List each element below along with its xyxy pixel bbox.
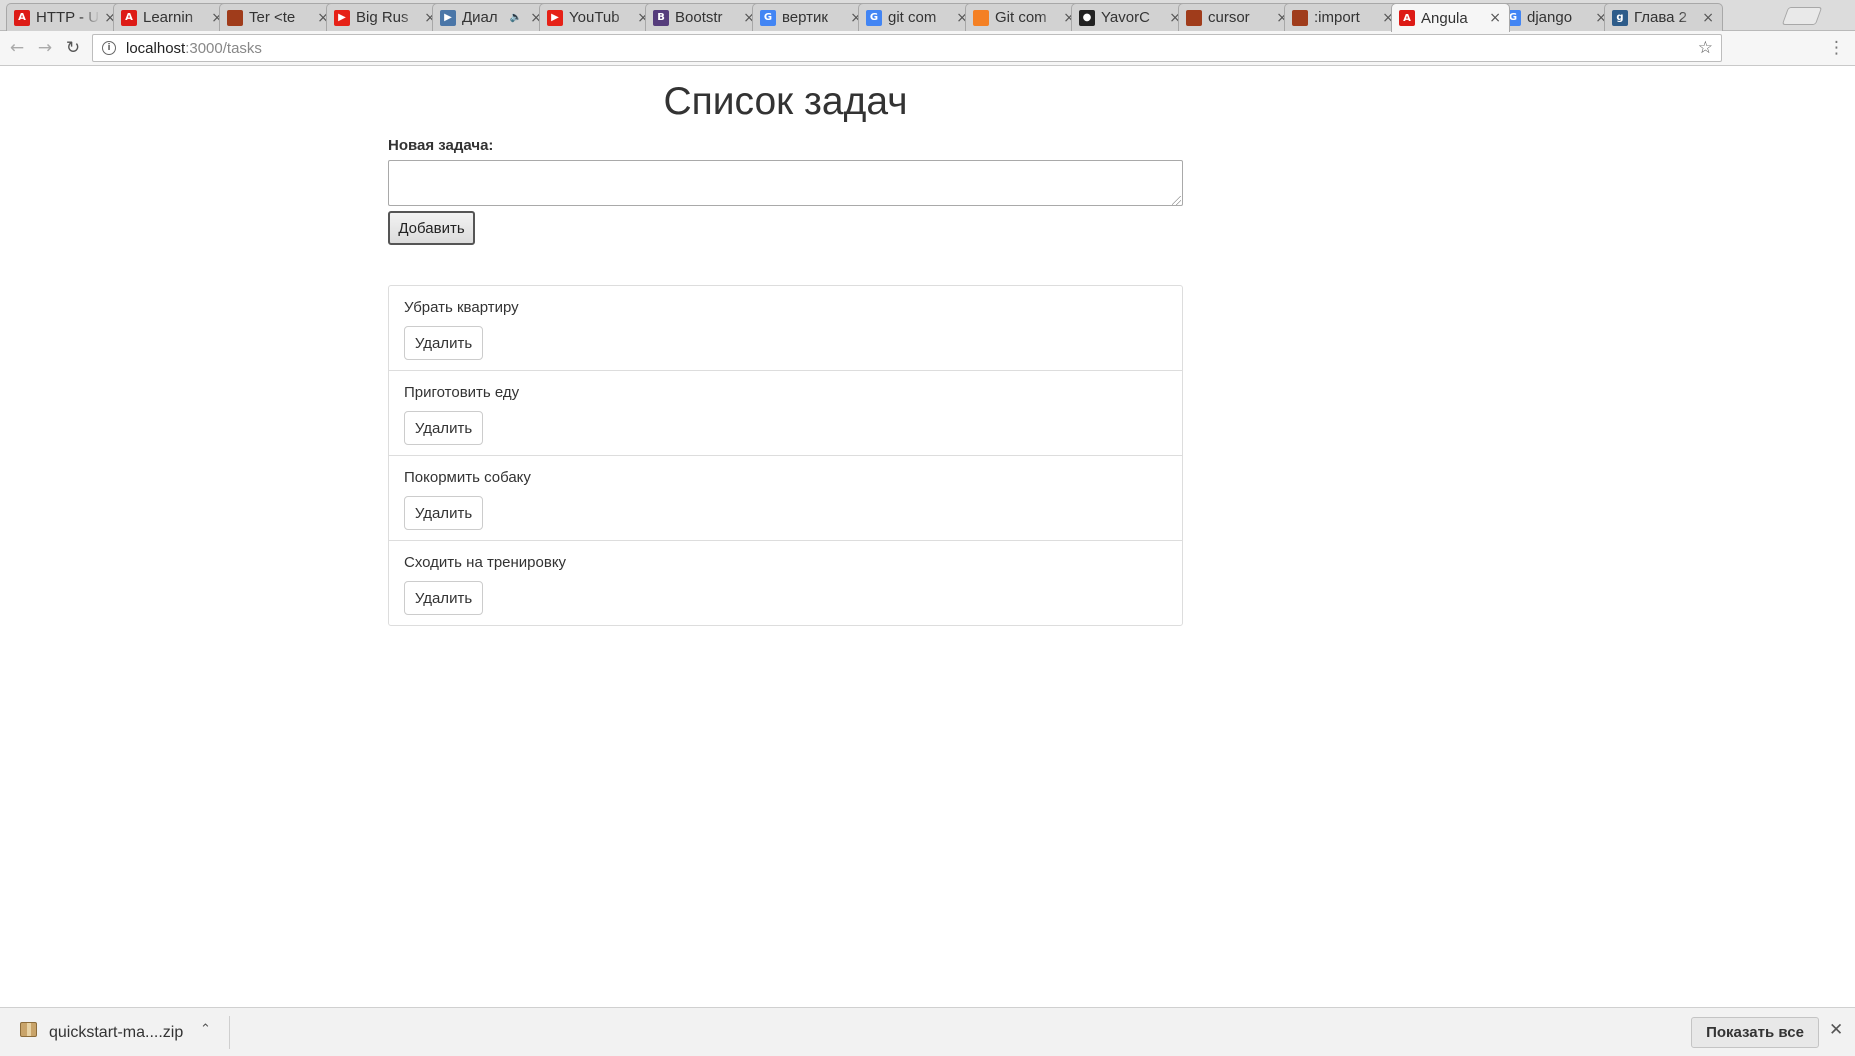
tab-title: Big Rus <box>356 9 409 26</box>
github-icon: ● <box>1079 9 1095 26</box>
tab-title: HTTP - U <box>36 9 100 26</box>
forward-arrow-icon[interactable]: → <box>34 37 56 59</box>
stackexchange-icon <box>1186 9 1202 26</box>
task-text: Сходить на тренировку <box>404 554 567 571</box>
delete-task-button[interactable]: Удалить <box>404 411 483 445</box>
tab-close-icon[interactable]: × <box>1702 10 1714 26</box>
address-bar[interactable]: i localhost:3000/tasks ☆ <box>92 34 1722 62</box>
new-task-textarea[interactable] <box>388 160 1183 206</box>
textarea-resize-grip[interactable] <box>1172 196 1181 205</box>
browser-tab[interactable]: ▶ YouTub × <box>539 3 658 31</box>
browser-tab[interactable]: A HTTP - U × <box>6 3 125 31</box>
chevron-up-icon[interactable]: ⌃ <box>200 1022 211 1037</box>
tab-title: Learnin <box>143 9 194 26</box>
browser-tab[interactable]: Ggit com × <box>858 3 977 31</box>
tab-title: YouTub <box>569 9 620 26</box>
browser-tab[interactable]: Ter <te × <box>219 3 338 31</box>
tab-title: cursor <box>1208 9 1250 26</box>
browser-tab[interactable]: ▶ Диал 🔈 × <box>432 3 551 31</box>
url-path: :3000/tasks <box>185 39 262 57</box>
browser-tab[interactable]: Gdjango × <box>1497 3 1616 31</box>
zip-archive-icon <box>20 1022 37 1037</box>
browser-toolbar: ← → ↻ i localhost:3000/tasks ☆ ⋮ <box>0 31 1855 66</box>
google-icon: G <box>866 9 882 26</box>
task-text: Приготовить еду <box>404 384 520 401</box>
tab-strip: A HTTP - U × A Learnin × Ter <te × ▶ Big Rus × ▶ Диа… <box>0 0 1855 32</box>
tab-title: Диал <box>462 9 498 26</box>
browser-tab[interactable]: g Глава 2 × <box>1604 3 1723 31</box>
browser-tab[interactable]: Git com × <box>965 3 1084 31</box>
show-all-downloads-button[interactable]: Показать все <box>1691 1017 1819 1048</box>
task-item: Покормить собаку Удалить <box>389 456 1182 541</box>
tab-close-icon[interactable]: × <box>1489 10 1501 26</box>
stackexchange-icon <box>227 9 243 26</box>
angular-icon: A <box>121 9 137 26</box>
site-info-icon[interactable]: i <box>102 41 116 55</box>
task-text: Покормить собаку <box>404 469 531 486</box>
tab-title: git com <box>888 9 937 26</box>
add-task-button[interactable]: Добавить <box>388 211 475 245</box>
back-arrow-icon[interactable]: ← <box>6 37 28 59</box>
delete-task-button[interactable]: Удалить <box>404 326 483 360</box>
close-icon[interactable]: ✕ <box>1829 1020 1843 1040</box>
tab-title: Bootstr <box>675 9 723 26</box>
task-text: Убрать квартиру <box>404 299 519 316</box>
angular-icon: A <box>1399 10 1415 26</box>
new-task-label: Новая задача: <box>388 137 494 154</box>
browser-tab[interactable]: Gвертик × <box>752 3 871 31</box>
tab-title: django <box>1527 9 1573 26</box>
browser-tab[interactable]: ● YavorC × <box>1071 3 1190 31</box>
browser-menu-icon[interactable]: ⋮ <box>1828 38 1845 58</box>
download-shelf: quickstart-ma....zip ⌃ Показать все ✕ <box>0 1007 1855 1056</box>
browser-tab[interactable]: A Learnin × <box>113 3 232 31</box>
google-icon: G <box>760 9 776 26</box>
url-host: localhost <box>126 39 186 57</box>
speaker-icon[interactable]: 🔈 <box>510 12 522 23</box>
doc-icon: g <box>1612 9 1628 26</box>
page-title: Список задач <box>663 80 908 123</box>
browser-tab[interactable]: :import × <box>1284 3 1403 31</box>
tab-title: YavorC <box>1101 9 1150 26</box>
angular-icon: A <box>14 9 30 26</box>
delete-task-button[interactable]: Удалить <box>404 496 483 530</box>
bootstrap-icon: B <box>653 9 669 26</box>
task-item: Убрать квартиру Удалить <box>389 286 1182 371</box>
url-text[interactable]: localhost:3000/tasks <box>126 40 262 57</box>
browser-tab[interactable]: B Bootstr × <box>645 3 764 31</box>
tab-title: Angula <box>1421 9 1468 27</box>
bookmark-star-icon[interactable]: ☆ <box>1698 38 1713 58</box>
browser-tab[interactable]: cursor × <box>1178 3 1297 31</box>
reload-icon[interactable]: ↻ <box>62 37 84 59</box>
browser-tab[interactable]: A Angula × <box>1391 3 1510 32</box>
youtube-icon: ▶ <box>547 9 563 26</box>
tab-title: Git com <box>995 9 1047 26</box>
tab-title: :import <box>1314 9 1360 26</box>
tab-title: Глава 2 <box>1634 9 1688 26</box>
tab-title: Ter <te <box>249 9 296 26</box>
task-list: Убрать квартиру Удалить Приготовить еду … <box>388 285 1183 626</box>
task-item: Приготовить еду Удалить <box>389 371 1182 456</box>
video-icon: ▶ <box>440 9 456 26</box>
stackexchange-icon <box>1292 9 1308 26</box>
delete-task-button[interactable]: Удалить <box>404 581 483 615</box>
task-item: Сходить на тренировку Удалить <box>389 541 1182 625</box>
tab-title: вертик <box>782 9 828 26</box>
new-tab-button[interactable] <box>1781 7 1823 25</box>
browser-tab[interactable]: ▶ Big Rus × <box>326 3 445 31</box>
download-separator <box>229 1016 230 1049</box>
download-file-name[interactable]: quickstart-ma....zip <box>49 1024 183 1042</box>
youtube-icon: ▶ <box>334 9 350 26</box>
stackoverflow-icon <box>973 9 989 26</box>
